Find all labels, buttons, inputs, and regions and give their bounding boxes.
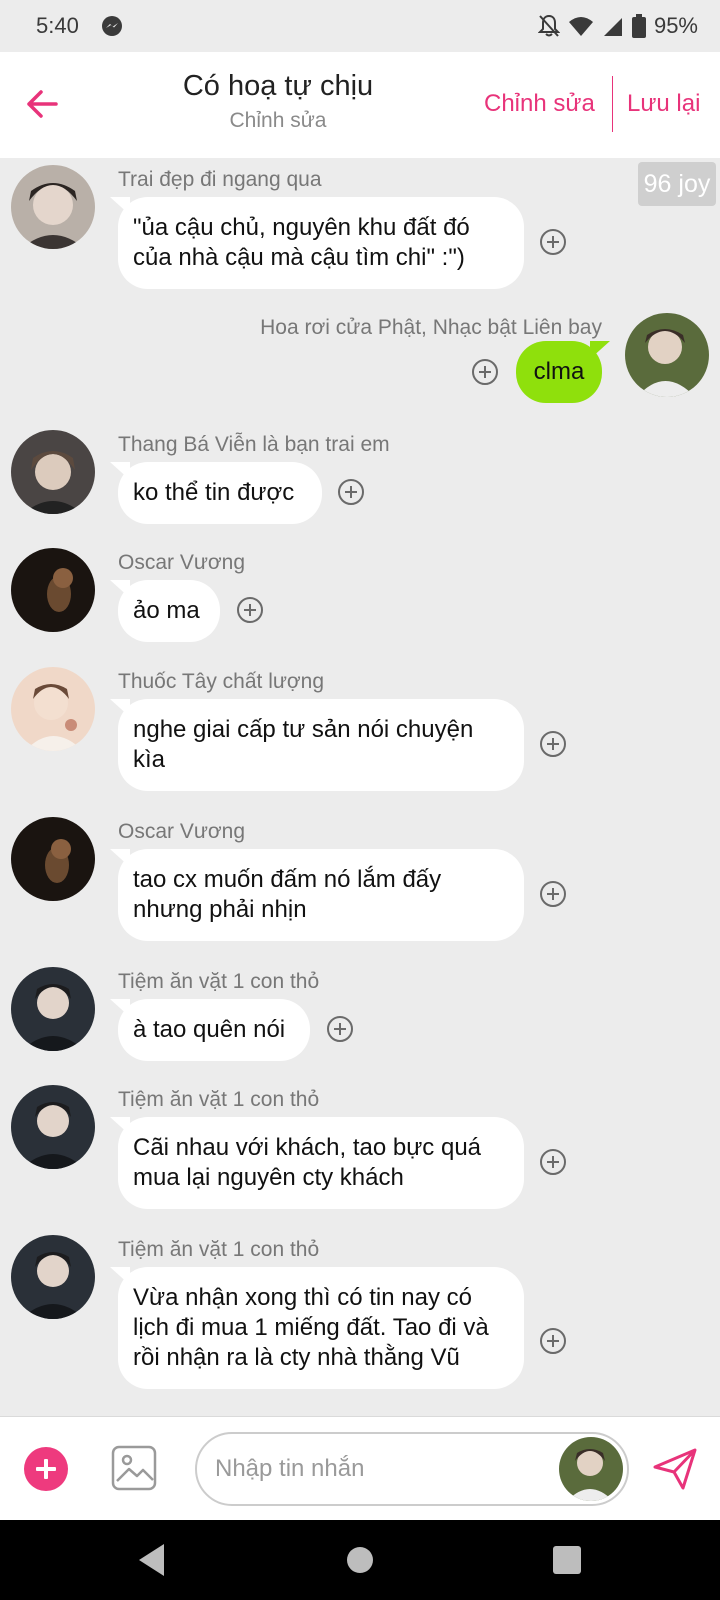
header-divider	[612, 76, 613, 132]
add-reaction-button[interactable]	[540, 229, 566, 255]
message-item: Thang Bá Viễn là bạn trai em ko thể tin …	[0, 423, 720, 533]
signal-icon	[602, 15, 624, 37]
arrow-left-icon	[27, 90, 58, 118]
battery-percent: 95%	[653, 13, 698, 38]
message-item: Hoa rơi cửa Phật, Nhạc bật Liên bay clma	[0, 306, 720, 416]
battery-icon	[631, 14, 646, 38]
add-reaction-button[interactable]	[237, 597, 263, 623]
message-bubble[interactable]: Cãi nhau với khách, tao bực quá mua lại …	[118, 1117, 524, 1209]
avatar[interactable]	[11, 967, 95, 1051]
nav-back-button[interactable]	[136, 1542, 166, 1583]
status-time: 5:40	[36, 13, 79, 38]
avatar[interactable]	[11, 1235, 95, 1319]
chat-title: Có hoạ tự chịu	[182, 70, 374, 102]
triangle-back-icon	[139, 1544, 164, 1576]
avatar[interactable]	[11, 817, 95, 901]
save-button[interactable]: Lưu lại	[627, 90, 700, 118]
message-input[interactable]	[215, 1434, 545, 1504]
message-bubble[interactable]: "ủa cậu chủ, nguyên khu đất đó của nhà c…	[118, 197, 524, 289]
message-bubble[interactable]: clma	[516, 341, 602, 403]
message-bubble[interactable]: Vừa nhận xong thì có tin nay có lịch đi …	[118, 1267, 524, 1389]
bell-off-icon	[537, 14, 560, 38]
avatar[interactable]	[11, 430, 95, 514]
sender-name: Thuốc Tây chất lượng	[118, 670, 325, 693]
add-attachment-button[interactable]	[24, 1447, 68, 1491]
chat-subtitle: Chỉnh sửa	[229, 109, 327, 132]
chat-message-list[interactable]: 96 joy Trai đẹp đi ngang qua "ủa cậu chủ…	[0, 158, 720, 1416]
send-icon	[653, 1448, 697, 1490]
chat-header: Có hoạ tự chịu Chỉnh sửa Chỉnh sửa Lưu l…	[0, 52, 720, 158]
sender-name: Trai đẹp đi ngang qua	[118, 168, 322, 191]
add-reaction-button[interactable]	[540, 1328, 566, 1354]
send-button[interactable]	[652, 1447, 698, 1491]
edit-button[interactable]: Chỉnh sửa	[484, 90, 595, 118]
message-item: Thuốc Tây chất lượng nghe giai cấp tư sả…	[0, 660, 720, 800]
messenger-icon	[101, 15, 123, 37]
add-reaction-button[interactable]	[540, 881, 566, 907]
sender-name: Tiệm ăn vặt 1 con thỏ	[118, 970, 320, 993]
sender-name: Oscar Vương	[118, 820, 246, 843]
message-bubble[interactable]: tao cx muốn đấm nó lắm đấy nhưng phải nh…	[118, 849, 524, 941]
nav-recents-button[interactable]	[553, 1546, 581, 1574]
sender-name: Oscar Vương	[118, 551, 246, 574]
message-bubble[interactable]: ảo ma	[118, 580, 220, 642]
avatar[interactable]	[11, 1085, 95, 1169]
avatar[interactable]	[11, 548, 95, 632]
message-item: Tiệm ăn vặt 1 con thỏ à tao quên nói	[0, 960, 720, 1070]
message-input-wrapper	[195, 1432, 629, 1506]
sender-name: Tiệm ăn vặt 1 con thỏ	[118, 1238, 320, 1261]
sender-name: Thang Bá Viễn là bạn trai em	[118, 433, 390, 456]
status-bar: 5:40 95%	[0, 0, 720, 52]
add-reaction-button[interactable]	[338, 479, 364, 505]
avatar[interactable]	[11, 667, 95, 751]
avatar[interactable]	[625, 313, 709, 397]
add-reaction-button[interactable]	[327, 1016, 353, 1042]
system-nav-bar	[0, 1520, 720, 1600]
message-item: Oscar Vương ảo ma	[0, 541, 720, 651]
sender-name: Tiệm ăn vặt 1 con thỏ	[118, 1088, 320, 1111]
sender-name: Hoa rơi cửa Phật, Nhạc bật Liên bay	[260, 316, 602, 339]
message-input-bar	[0, 1416, 720, 1520]
add-reaction-button[interactable]	[540, 1149, 566, 1175]
message-item: Tiệm ăn vặt 1 con thỏ Cãi nhau với khách…	[0, 1078, 720, 1218]
add-reaction-button[interactable]	[472, 359, 498, 385]
add-reaction-button[interactable]	[540, 731, 566, 757]
message-bubble[interactable]: nghe giai cấp tư sản nói chuyện kìa	[118, 699, 524, 791]
image-picker-button[interactable]	[111, 1445, 157, 1491]
message-item: Oscar Vương tao cx muốn đấm nó lắm đấy n…	[0, 810, 720, 950]
avatar[interactable]	[11, 165, 95, 249]
wifi-icon	[568, 15, 594, 37]
image-icon	[111, 1445, 157, 1491]
message-bubble[interactable]: ko thể tin được	[118, 462, 322, 524]
message-bubble[interactable]: à tao quên nói	[118, 999, 310, 1061]
nav-home-button[interactable]	[347, 1547, 373, 1573]
back-button[interactable]	[22, 82, 62, 126]
sender-avatar[interactable]	[559, 1437, 623, 1501]
message-item: Tiệm ăn vặt 1 con thỏ Vừa nhận xong thì …	[0, 1228, 720, 1416]
message-item: Trai đẹp đi ngang qua "ủa cậu chủ, nguyê…	[0, 158, 720, 298]
